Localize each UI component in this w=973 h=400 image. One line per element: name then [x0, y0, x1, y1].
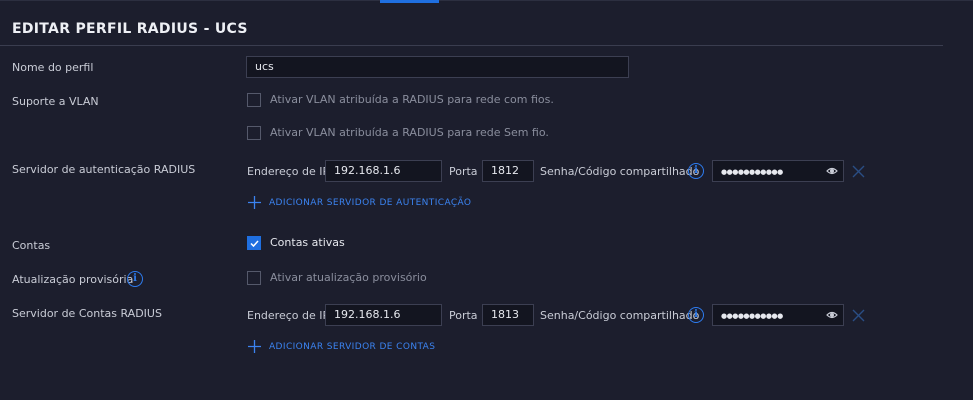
acct-secret-value: ●●●●●●●●●●●	[721, 312, 783, 320]
checkmark-icon	[250, 240, 259, 248]
acct-port-input[interactable]: 1813	[482, 304, 534, 326]
accounting-enabled-checkbox[interactable]	[247, 236, 261, 250]
auth-secret-value: ●●●●●●●●●●●	[721, 168, 783, 176]
acct-show-password-icon[interactable]	[826, 310, 838, 320]
acct-secret-input[interactable]: ●●●●●●●●●●●	[712, 304, 844, 326]
vlan-wireless-label: Ativar VLAN atribuída a RADIUS para rede…	[270, 126, 549, 139]
interim-update-label: Atualização provisória	[12, 273, 134, 286]
acct-remove-server-icon[interactable]	[852, 309, 865, 322]
auth-secret-info-icon[interactable]: i	[688, 163, 704, 179]
auth-remove-server-icon[interactable]	[852, 165, 865, 178]
profile-name-input[interactable]: ucs	[246, 56, 629, 78]
interim-update-info-icon[interactable]: i	[127, 271, 143, 287]
auth-ip-label: Endereço de IP	[247, 165, 330, 178]
active-tab-indicator	[380, 0, 439, 3]
add-acct-server-plus-icon[interactable]	[247, 339, 262, 354]
add-auth-server-link[interactable]: ADICIONAR SERVIDOR DE AUTENTICAÇÃO	[269, 198, 471, 208]
profile-name-label: Nome do perfil	[12, 61, 94, 74]
acct-secret-label: Senha/Código compartilhado	[540, 309, 700, 322]
interim-update-checkbox-label: Ativar atualização provisório	[270, 271, 427, 284]
acct-port-label: Porta	[449, 309, 478, 322]
vlan-wired-checkbox[interactable]	[247, 93, 261, 107]
auth-secret-input[interactable]: ●●●●●●●●●●●	[712, 160, 844, 182]
accounting-label: Contas	[12, 239, 51, 252]
interim-update-checkbox[interactable]	[247, 271, 261, 285]
acct-ip-input[interactable]: 192.168.1.6	[325, 304, 442, 326]
vlan-wired-label: Ativar VLAN atribuída a RADIUS para rede…	[270, 93, 554, 106]
top-border	[0, 0, 973, 1]
auth-show-password-icon[interactable]	[826, 166, 838, 176]
auth-secret-label: Senha/Código compartilhado	[540, 165, 700, 178]
auth-server-label: Servidor de autenticação RADIUS	[12, 163, 196, 176]
acct-ip-label: Endereço de IP	[247, 309, 330, 322]
acct-server-label: Servidor de Contas RADIUS	[12, 307, 162, 320]
auth-port-input[interactable]: 1812	[482, 160, 534, 182]
add-auth-server-plus-icon[interactable]	[247, 195, 262, 210]
accounting-enabled-label: Contas ativas	[270, 236, 345, 249]
page-title: EDITAR PERFIL RADIUS - UCS	[12, 21, 248, 37]
add-acct-server-link[interactable]: ADICIONAR SERVIDOR DE CONTAS	[269, 342, 435, 352]
acct-secret-info-icon[interactable]: i	[688, 307, 704, 323]
title-divider	[0, 45, 943, 46]
auth-ip-input[interactable]: 192.168.1.6	[325, 160, 442, 182]
vlan-support-label: Suporte a VLAN	[12, 95, 99, 108]
auth-port-label: Porta	[449, 165, 478, 178]
vlan-wireless-checkbox[interactable]	[247, 126, 261, 140]
